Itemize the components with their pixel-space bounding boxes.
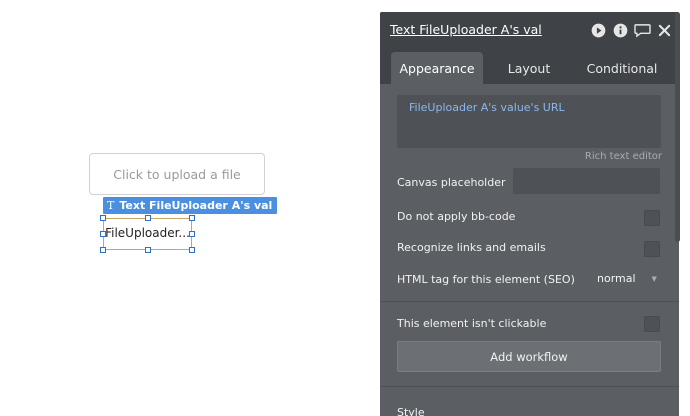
tab-appearance-label: Appearance bbox=[399, 60, 475, 76]
property-editor: Text FileUploader A's val Appearance Lay… bbox=[380, 12, 679, 416]
comment-icon[interactable] bbox=[634, 22, 651, 39]
selection-tag-label: Text FileUploader A's val bbox=[119, 199, 273, 212]
panel-scrollbar[interactable] bbox=[675, 12, 680, 242]
play-icon[interactable] bbox=[590, 22, 607, 39]
section-divider bbox=[380, 301, 679, 302]
tab-appearance[interactable]: Appearance bbox=[391, 52, 483, 84]
dynamic-expression[interactable]: FileUploader A's value's URL bbox=[409, 101, 565, 114]
resize-handle-top-right[interactable] bbox=[189, 215, 195, 221]
links-emails-checkbox[interactable] bbox=[644, 241, 660, 257]
links-emails-label: Recognize links and emails bbox=[397, 241, 546, 254]
tab-layout[interactable]: Layout bbox=[483, 52, 575, 84]
resize-handle-bottom-right[interactable] bbox=[189, 247, 195, 253]
bbcode-label: Do not apply bb-code bbox=[397, 210, 516, 223]
html-tag-value: normal bbox=[597, 272, 636, 285]
resize-handle-middle-right[interactable] bbox=[189, 231, 195, 237]
tab-conditional[interactable]: Conditional bbox=[576, 52, 668, 84]
resize-handle-top-middle[interactable] bbox=[145, 215, 151, 221]
content-text-editor[interactable]: FileUploader A's value's URL bbox=[397, 95, 661, 148]
add-workflow-label: Add workflow bbox=[490, 349, 568, 364]
text-t-icon: T bbox=[107, 199, 115, 212]
html-tag-dropdown[interactable]: normal ▼ bbox=[597, 272, 660, 285]
element-name-title[interactable]: Text FileUploader A's val bbox=[390, 22, 542, 37]
canvas-placeholder-label: Canvas placeholder bbox=[397, 176, 506, 189]
property-editor-header: Text FileUploader A's val bbox=[380, 12, 679, 48]
close-icon[interactable] bbox=[656, 22, 673, 39]
bbcode-checkbox[interactable] bbox=[644, 210, 660, 226]
not-clickable-checkbox[interactable] bbox=[644, 316, 660, 332]
canvas-placeholder-input[interactable] bbox=[513, 168, 660, 194]
file-uploader-placeholder: Click to upload a file bbox=[113, 166, 241, 182]
selected-text-content: FileUploader... bbox=[105, 226, 190, 240]
selection-tag: T Text FileUploader A's val bbox=[103, 197, 278, 214]
resize-handle-bottom-middle[interactable] bbox=[145, 247, 151, 253]
tab-layout-label: Layout bbox=[507, 60, 551, 76]
html-tag-label: HTML tag for this element (SEO) bbox=[397, 273, 575, 286]
rich-text-editor-link[interactable]: Rich text editor bbox=[585, 151, 662, 162]
style-section-label: Style bbox=[397, 406, 425, 416]
chevron-down-icon: ▼ bbox=[651, 274, 657, 283]
add-workflow-button[interactable]: Add workflow bbox=[397, 341, 661, 372]
resize-handle-top-left[interactable] bbox=[100, 215, 106, 221]
file-uploader[interactable]: Click to upload a file bbox=[89, 153, 265, 195]
property-tabs: Appearance Layout Conditional bbox=[380, 48, 679, 84]
tab-conditional-label: Conditional bbox=[586, 60, 658, 76]
selected-text-element[interactable]: FileUploader... bbox=[100, 215, 195, 253]
info-icon[interactable] bbox=[612, 22, 629, 39]
section-divider bbox=[380, 386, 679, 387]
resize-handle-bottom-left[interactable] bbox=[100, 247, 106, 253]
resize-handle-middle-left[interactable] bbox=[100, 231, 106, 237]
not-clickable-label: This element isn't clickable bbox=[397, 317, 547, 330]
